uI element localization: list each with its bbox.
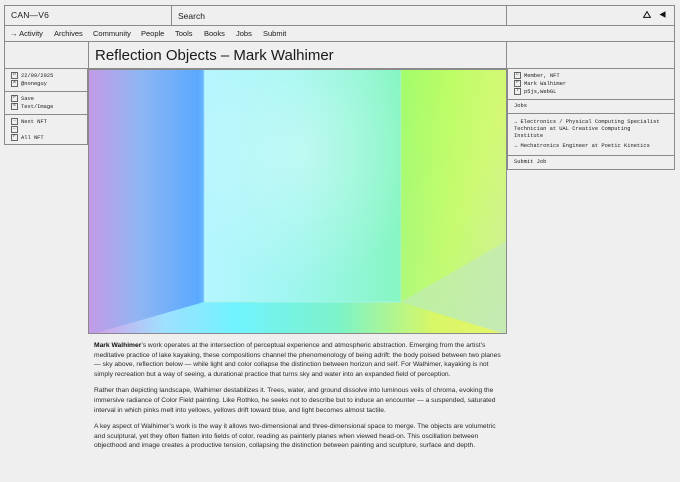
category-row[interactable]: C Member, NFT bbox=[514, 72, 670, 80]
key-badge: P bbox=[514, 79, 521, 87]
prev-nft-button[interactable]: ← bbox=[11, 125, 83, 134]
all-nft-label: All NFT bbox=[21, 134, 44, 141]
triangle-left-icon[interactable] bbox=[659, 11, 666, 20]
left-panel: D 22/09/2025 A @noneguy P Save S Text/Image … bbox=[4, 69, 88, 146]
next-nft-button[interactable]: → Next NFT bbox=[11, 117, 83, 126]
right-panel: C Member, NFT P Mark Walhimer Tp5js,WebGL … bbox=[507, 69, 675, 170]
nav-item-tools[interactable]: Tools bbox=[175, 26, 193, 41]
key-badge: D bbox=[11, 72, 18, 79]
key-badge: F bbox=[11, 133, 18, 141]
nav-item-submit[interactable]: Submit bbox=[263, 26, 286, 41]
triangle-up-icon[interactable] bbox=[642, 10, 653, 20]
page-title: Reflection Objects – Mark Walhimer bbox=[95, 47, 334, 64]
nav-item-archives[interactable]: Archives bbox=[54, 26, 83, 41]
key-badge: A bbox=[11, 79, 18, 87]
meta-section: D 22/09/2025 A @noneguy bbox=[5, 69, 87, 92]
article-paragraph: Rather than depicting landscape, Walhime… bbox=[94, 387, 496, 414]
nav-item-people[interactable]: People bbox=[141, 26, 164, 41]
article-paragraph: Mark Walhimer’s work operates at the int… bbox=[94, 341, 502, 379]
site-logo[interactable]: CAN—V6 bbox=[11, 6, 49, 25]
category-value[interactable]: Member, NFT bbox=[524, 73, 560, 79]
article-body: Mark Walhimer’s work operates at the int… bbox=[94, 341, 502, 458]
main-nav: → Activity Archives Community People Too… bbox=[4, 26, 675, 42]
paragraph-text: ’s work operates at the intersection of … bbox=[94, 342, 501, 378]
top-bar: CAN—V6 Search bbox=[4, 5, 675, 26]
title-row-right bbox=[507, 42, 675, 69]
text-image-toggle[interactable]: S Text/Image bbox=[11, 102, 83, 111]
article-paragraph: A key aspect of Walhimer’s work is the w… bbox=[94, 423, 496, 450]
author-value[interactable]: @noneguy bbox=[21, 81, 47, 87]
person-value[interactable]: Mark Walhimer bbox=[524, 81, 566, 87]
artwork-image[interactable] bbox=[88, 69, 507, 334]
key-badge: → bbox=[11, 117, 18, 125]
author-row[interactable]: A @noneguy bbox=[11, 79, 83, 88]
nav-item-community[interactable]: Community bbox=[93, 26, 131, 41]
job-link[interactable]: → Electronics / Physical Computing Speci… bbox=[514, 119, 670, 140]
search-input[interactable]: Search bbox=[171, 6, 507, 25]
header-icons bbox=[637, 6, 666, 25]
artwork-render bbox=[89, 70, 506, 333]
submit-job-button[interactable]: Submit Job bbox=[508, 156, 674, 170]
next-nft-label: Next NFT bbox=[21, 118, 47, 125]
save-button[interactable]: P Save bbox=[11, 94, 83, 103]
key-badge: P bbox=[11, 94, 18, 102]
jobs-heading: Jobs bbox=[508, 100, 674, 114]
person-row[interactable]: P Mark Walhimer bbox=[514, 79, 670, 88]
nav-item-jobs[interactable]: Jobs bbox=[236, 26, 252, 41]
key-badge: ← bbox=[11, 125, 18, 133]
date-value: 22/09/2025 bbox=[21, 72, 54, 79]
nft-nav-section: → Next NFT ← F All NFT bbox=[5, 115, 87, 146]
all-nft-button[interactable]: F All NFT bbox=[11, 133, 83, 142]
key-badge: S bbox=[11, 102, 18, 110]
job-link[interactable]: → Mechatronics Engineer at Poetic Kineti… bbox=[514, 143, 670, 150]
text-image-label: Text/Image bbox=[21, 103, 54, 110]
title-row-left bbox=[4, 42, 88, 69]
info-section: C Member, NFT P Mark Walhimer Tp5js,WebGL bbox=[508, 69, 674, 100]
tags-row[interactable]: Tp5js,WebGL bbox=[514, 87, 670, 96]
key-badge: T bbox=[514, 87, 521, 95]
date-row: D 22/09/2025 bbox=[11, 72, 83, 80]
save-label: Save bbox=[21, 95, 34, 102]
nav-item-books[interactable]: Books bbox=[204, 26, 225, 41]
key-badge: C bbox=[514, 72, 521, 79]
artist-name[interactable]: Mark Walhimer bbox=[94, 342, 141, 349]
title-row: Reflection Objects – Mark Walhimer bbox=[88, 42, 507, 69]
actions-section: P Save S Text/Image bbox=[5, 92, 87, 115]
tags-value[interactable]: p5js,WebGL bbox=[524, 89, 556, 95]
nav-item-activity[interactable]: → Activity bbox=[10, 26, 43, 41]
jobs-list: → Electronics / Physical Computing Speci… bbox=[508, 114, 674, 156]
